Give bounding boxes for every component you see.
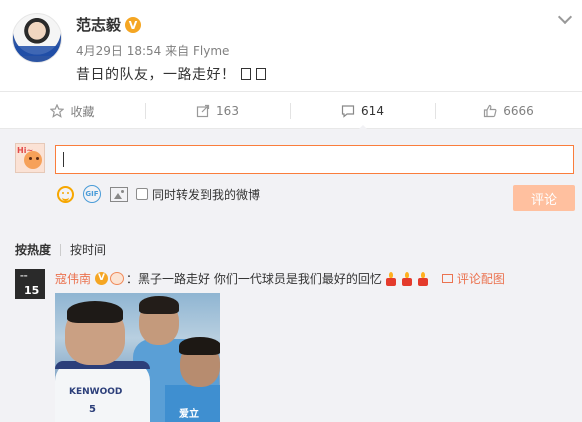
chevron-down-icon[interactable] [557, 9, 573, 25]
photo-player-hair [179, 337, 220, 355]
sort-tabs: 按热度 按时间 [15, 241, 106, 258]
favorite-button[interactable]: 收藏 [0, 92, 145, 130]
comment-photo[interactable]: 爱立 KENWOOD 5 [55, 293, 220, 422]
comment-pic-link[interactable]: 评论配图 [441, 270, 505, 287]
comment-pic-link-label: 评论配图 [456, 272, 505, 286]
divider [60, 243, 62, 256]
repost-button[interactable]: 163 [145, 92, 290, 130]
weibo-post-card: 范志毅 V 4月29日 18:54 来自 Flyme 昔日的队友，一路走好！ 收… [0, 0, 582, 422]
favorite-label: 收藏 [70, 104, 95, 119]
thumbs-up-icon [484, 104, 497, 118]
avatar-number: 15 [24, 284, 40, 297]
candle-emoji-icon [416, 271, 430, 286]
photo-jersey-number: 5 [89, 404, 96, 415]
comment-item: 寇伟南 V ：黑子一路走好 你们一代球员是我们最好的回忆 评论配图 [55, 270, 505, 287]
commenter-name[interactable]: 寇伟南 [55, 270, 91, 287]
comment-count: 614 [361, 104, 384, 118]
verified-badge-icon: V [125, 17, 141, 33]
candle-emoji-icon [400, 271, 414, 286]
like-button[interactable]: 6666 [435, 92, 582, 130]
image-icon [441, 274, 453, 283]
current-user-avatar[interactable]: Hi~ [15, 143, 45, 173]
candle-emoji-icon [384, 271, 398, 286]
text-caret [63, 152, 64, 167]
composer-toolbar: GIF 同时转发到我的微博 [57, 184, 260, 204]
author-avatar[interactable] [12, 13, 62, 63]
avatar-eye [29, 157, 32, 160]
photo-sponsor-text: KENWOOD [69, 387, 123, 397]
action-bar: 收藏 163 614 6666 [0, 91, 582, 131]
avatar-jersey-stripe [13, 46, 61, 56]
photo-player-hair [139, 296, 179, 314]
candle-emoji-icon [240, 68, 251, 80]
comment-button[interactable]: 614 [290, 92, 435, 131]
source-link[interactable]: Flyme [193, 44, 229, 58]
author-name[interactable]: 范志毅 [76, 14, 121, 35]
sort-by-time-tab[interactable]: 按时间 [70, 241, 106, 258]
verified-badge-icon: V [95, 272, 109, 285]
comment-input[interactable] [55, 145, 574, 174]
avatar-face [24, 151, 42, 169]
avatar-eye [36, 157, 39, 160]
submit-comment-button[interactable]: 评论 [513, 185, 575, 211]
image-icon[interactable] [110, 186, 128, 202]
source-prefix: 来自 [165, 44, 190, 58]
repost-checkbox[interactable] [136, 188, 148, 200]
fan-badge-icon [110, 272, 125, 285]
repost-checkbox-label[interactable]: 同时转发到我的微博 [152, 186, 260, 203]
smile-icon[interactable] [57, 185, 74, 203]
photo-jersey-text: 爱立 [179, 409, 199, 420]
post-date-link[interactable]: 4月29日 18:54 [76, 44, 161, 58]
commenter-avatar[interactable]: ▬▬ 15 [15, 269, 45, 299]
photo-player-hair [67, 301, 123, 323]
candle-emoji-icon [255, 68, 266, 80]
post-meta: 4月29日 18:54 来自 Flyme [76, 42, 229, 59]
comment-text: ：黑子一路走好 你们一代球员是我们最好的回忆 [126, 272, 382, 286]
gif-icon[interactable]: GIF [83, 185, 101, 203]
comment-icon [341, 105, 355, 118]
sort-by-hot-tab[interactable]: 按热度 [15, 241, 51, 258]
like-count: 6666 [503, 104, 534, 118]
avatar-caption: ▬▬ [20, 273, 28, 278]
repost-count: 163 [216, 104, 239, 118]
repost-icon [196, 104, 210, 118]
post-text-body: 昔日的队友，一路走好！ [76, 67, 236, 83]
post-text: 昔日的队友，一路走好！ [76, 64, 266, 84]
star-icon [50, 104, 65, 118]
comment-panel: Hi~ GIF 同时转发到我的微博 评论 按热度 按时间 ▬▬ 15 寇伟南 V… [0, 129, 582, 422]
